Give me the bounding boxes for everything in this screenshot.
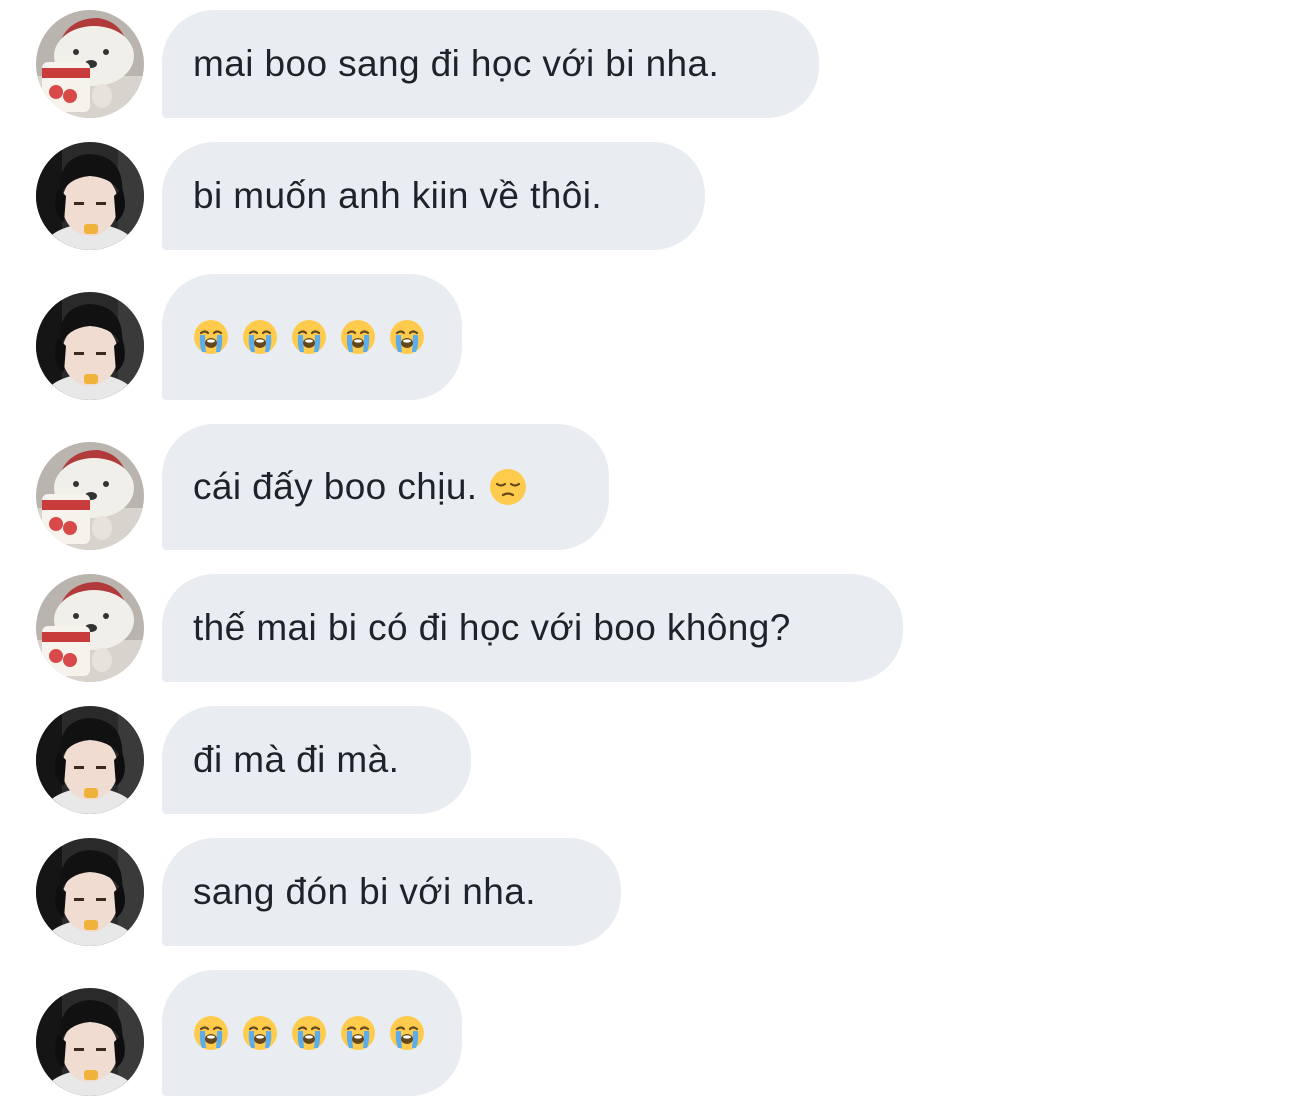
loudly-crying-face-icon xyxy=(193,1015,229,1051)
message-bubble[interactable] xyxy=(162,970,462,1096)
message-row xyxy=(0,970,1290,1096)
message-row: thế mai bi có đi học với boo không? xyxy=(0,574,1290,682)
loudly-crying-face-icon xyxy=(242,319,278,355)
bear-avatar[interactable] xyxy=(36,574,144,682)
boy-avatar[interactable] xyxy=(36,838,144,946)
message-row: bi muốn anh kiin về thôi. xyxy=(0,142,1290,250)
bear-avatar[interactable] xyxy=(36,10,144,118)
boy-avatar[interactable] xyxy=(36,292,144,400)
bear-avatar[interactable] xyxy=(36,442,144,550)
loudly-crying-face-icon xyxy=(389,319,425,355)
message-bubble[interactable]: đi mà đi mà. xyxy=(162,706,471,814)
boy-avatar[interactable] xyxy=(36,142,144,250)
emoji-row xyxy=(193,1015,425,1051)
message-text: đi mà đi mà. xyxy=(193,739,400,780)
message-text: mai boo sang đi học với bi nha. xyxy=(193,43,720,84)
message-text: sang đón bi với nha. xyxy=(193,871,536,912)
message-bubble[interactable]: sang đón bi với nha. xyxy=(162,838,621,946)
message-bubble[interactable]: thế mai bi có đi học với boo không? xyxy=(162,574,903,682)
loudly-crying-face-icon xyxy=(291,1015,327,1051)
message-row: đi mà đi mà. xyxy=(0,706,1290,814)
boy-avatar[interactable] xyxy=(36,988,144,1096)
message-row: mai boo sang đi học với bi nha. xyxy=(0,10,1290,118)
loudly-crying-face-icon xyxy=(291,319,327,355)
loudly-crying-face-icon xyxy=(193,319,229,355)
boy-avatar[interactable] xyxy=(36,706,144,814)
message-bubble[interactable] xyxy=(162,274,462,400)
message-bubble[interactable]: bi muốn anh kiin về thôi. xyxy=(162,142,705,250)
loudly-crying-face-icon xyxy=(242,1015,278,1051)
message-text: thế mai bi có đi học với boo không? xyxy=(193,607,791,648)
message-bubble[interactable]: cái đấy boo chịu. xyxy=(162,424,609,550)
loudly-crying-face-icon xyxy=(340,319,376,355)
pensive-face-icon xyxy=(489,468,527,506)
message-thread: mai boo sang đi học với bi nha. bi muốn … xyxy=(0,0,1290,1113)
message-text: cái đấy boo chịu. xyxy=(193,466,478,507)
message-row: sang đón bi với nha. xyxy=(0,838,1290,946)
message-bubble[interactable]: mai boo sang đi học với bi nha. xyxy=(162,10,819,118)
loudly-crying-face-icon xyxy=(340,1015,376,1051)
loudly-crying-face-icon xyxy=(389,1015,425,1051)
message-text: bi muốn anh kiin về thôi. xyxy=(193,175,603,216)
message-row xyxy=(0,274,1290,400)
message-row: cái đấy boo chịu. xyxy=(0,424,1290,550)
emoji-row xyxy=(193,319,425,355)
